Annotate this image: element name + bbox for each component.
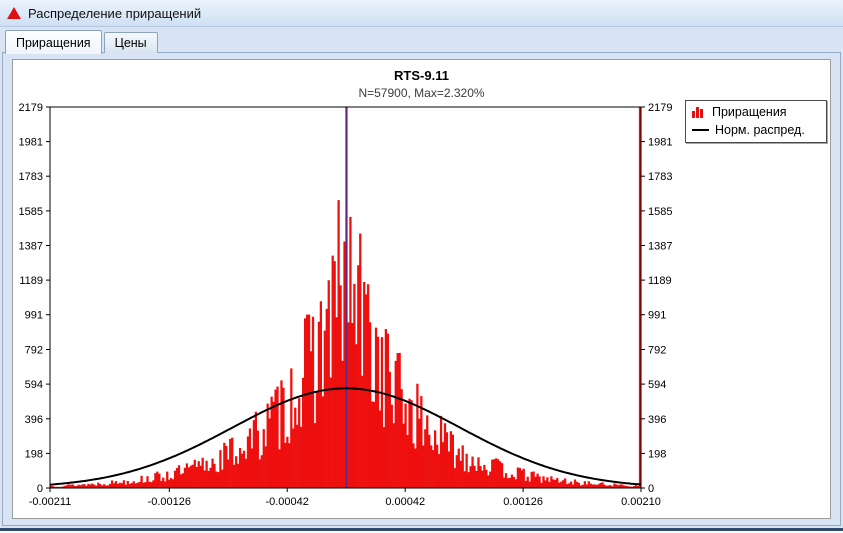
svg-text:-0.00042: -0.00042 bbox=[265, 496, 308, 508]
app-icon bbox=[7, 7, 21, 19]
legend: Приращения Норм. распред. bbox=[685, 100, 827, 143]
svg-text:594: 594 bbox=[648, 379, 666, 391]
svg-text:396: 396 bbox=[648, 414, 666, 426]
histogram-bars-icon bbox=[692, 106, 706, 118]
svg-text:1981: 1981 bbox=[648, 137, 672, 149]
svg-text:0.00210: 0.00210 bbox=[621, 496, 661, 508]
chart-title: RTS-9.11 bbox=[394, 68, 449, 83]
window-title: Распределение приращений bbox=[28, 5, 202, 21]
svg-text:0: 0 bbox=[648, 483, 654, 495]
app-window: Распределение приращений Приращения Цены… bbox=[0, 0, 843, 533]
svg-text:792: 792 bbox=[25, 345, 43, 357]
legend-label-increments: Приращения bbox=[712, 105, 787, 119]
svg-text:1387: 1387 bbox=[648, 241, 672, 253]
legend-item-increments: Приращения bbox=[692, 105, 818, 119]
svg-text:198: 198 bbox=[648, 448, 666, 460]
svg-text:0.00126: 0.00126 bbox=[503, 496, 543, 508]
tab-increments[interactable]: Приращения bbox=[5, 30, 102, 54]
svg-text:991: 991 bbox=[25, 310, 43, 322]
svg-text:0.00042: 0.00042 bbox=[385, 496, 425, 508]
svg-text:1585: 1585 bbox=[19, 206, 43, 218]
svg-text:1783: 1783 bbox=[648, 171, 672, 183]
svg-text:1189: 1189 bbox=[648, 275, 672, 287]
legend-item-normal: Норм. распред. bbox=[692, 123, 818, 137]
svg-text:1585: 1585 bbox=[648, 206, 672, 218]
svg-text:198: 198 bbox=[25, 448, 43, 460]
legend-label-normal: Норм. распред. bbox=[715, 123, 805, 137]
svg-text:2179: 2179 bbox=[648, 102, 672, 114]
svg-text:-0.00126: -0.00126 bbox=[148, 496, 191, 508]
tab-prices[interactable]: Цены bbox=[103, 32, 158, 53]
svg-text:1189: 1189 bbox=[19, 275, 43, 287]
svg-text:792: 792 bbox=[648, 345, 666, 357]
svg-text:594: 594 bbox=[25, 379, 43, 391]
chart-subtitle: N=57900, Max=2.320% bbox=[358, 86, 485, 100]
chart-panel: RTS-9.11 N=57900, Max=2.320% 0 0 198 198 396… bbox=[12, 59, 831, 519]
svg-text:0: 0 bbox=[37, 483, 43, 495]
svg-text:1783: 1783 bbox=[19, 171, 43, 183]
svg-text:-0.00211: -0.00211 bbox=[29, 496, 72, 508]
tab-bar: Приращения Цены bbox=[0, 27, 843, 54]
svg-text:1387: 1387 bbox=[19, 241, 43, 253]
histogram-series bbox=[49, 107, 642, 488]
tab-page: RTS-9.11 N=57900, Max=2.320% 0 0 198 198 396… bbox=[2, 52, 841, 526]
svg-text:1981: 1981 bbox=[19, 137, 43, 149]
svg-text:991: 991 bbox=[648, 310, 666, 322]
svg-text:396: 396 bbox=[25, 414, 43, 426]
svg-text:2179: 2179 bbox=[19, 102, 43, 114]
normal-curve-line-icon bbox=[692, 129, 709, 131]
titlebar[interactable]: Распределение приращений bbox=[0, 0, 843, 27]
